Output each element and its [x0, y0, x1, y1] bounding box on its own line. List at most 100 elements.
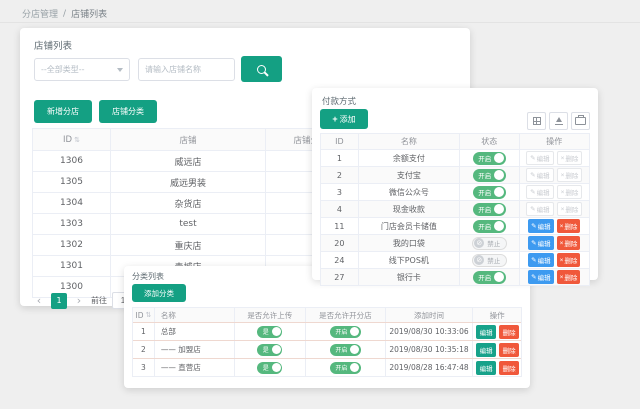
shop-panel-title: 店铺列表	[34, 38, 72, 52]
shop-header-id[interactable]: ID ⇅	[33, 129, 111, 150]
search-button[interactable]	[241, 56, 282, 82]
category-branch-cell: 开启	[306, 323, 386, 340]
edit-button[interactable]: ✎编辑	[528, 219, 553, 233]
category-upload-cell: 是	[235, 323, 307, 340]
pagination-page-1[interactable]: 1	[51, 293, 67, 309]
status-toggle[interactable]: 开启	[473, 220, 506, 233]
payment-table-row[interactable]: 20我的口袋⊘禁止✎编辑×删除	[321, 234, 589, 251]
sort-icon[interactable]: ⇅	[74, 136, 80, 144]
status-toggle[interactable]: 开启	[473, 186, 506, 199]
edit-button-disabled-label: 编辑	[537, 187, 550, 197]
category-ops-cell: 编辑删除	[473, 341, 521, 358]
print-button[interactable]	[571, 112, 590, 130]
category-time-cell: 2019/08/30 10:33:06	[386, 323, 474, 340]
payment-table-header: ID 名称 状态 操作	[321, 134, 589, 149]
type-select[interactable]: --全部类型--	[34, 58, 130, 81]
add-category-button[interactable]: 添加分类	[132, 284, 186, 302]
category-upload-cell: 是	[235, 359, 307, 376]
category-table-row[interactable]: 3—— 直营店是开启2019/08/28 16:47:48编辑删除	[133, 358, 521, 376]
payment-table-row[interactable]: 2支付宝开启✎编辑×删除	[321, 166, 589, 183]
payment-name-cell: 现金收款	[359, 201, 460, 217]
shop-id-cell: 1305	[33, 172, 111, 192]
category-table-row[interactable]: 1总部是开启2019/08/30 10:33:06编辑删除	[133, 322, 521, 340]
edit-button[interactable]: ✎编辑	[528, 253, 553, 267]
payment-header-id: ID	[321, 134, 359, 149]
toggle-label: 开启	[478, 204, 491, 214]
add-branch-button[interactable]: 新增分店	[34, 100, 92, 123]
status-toggle[interactable]: 开启	[330, 326, 361, 338]
edit-button-disabled[interactable]: ✎编辑	[526, 185, 553, 199]
table-toolbar	[527, 112, 590, 130]
shop-category-button[interactable]: 店铺分类	[99, 100, 157, 123]
category-panel-title: 分类列表	[132, 271, 164, 282]
toggle-label: 开启	[478, 221, 491, 231]
edit-button-disabled[interactable]: ✎编辑	[526, 168, 553, 182]
edit-button[interactable]: ✎编辑	[528, 236, 553, 250]
status-toggle[interactable]: 是	[257, 362, 282, 374]
edit-button[interactable]: 编辑	[476, 325, 496, 339]
delete-button[interactable]: ×删除	[557, 253, 581, 267]
shop-name-cell: 重庆店	[111, 235, 266, 255]
page-background: { "colors": {"primary": "#14a083", "edit…	[0, 0, 640, 409]
edit-button-disabled[interactable]: ✎编辑	[526, 151, 553, 165]
edit-button[interactable]: 编辑	[476, 361, 496, 375]
payment-table-row[interactable]: 3微信公众号开启✎编辑×删除	[321, 183, 589, 200]
category-time-cell: 2019/08/30 10:35:18	[386, 341, 474, 358]
delete-icon-disabled: ×	[561, 172, 565, 179]
add-payment-button[interactable]: + 添加	[320, 109, 368, 129]
status-toggle[interactable]: 开启	[473, 203, 506, 216]
breadcrumb-item-branch-mgmt[interactable]: 分店管理	[22, 7, 58, 20]
delete-button-disabled[interactable]: ×删除	[557, 151, 583, 165]
delete-button[interactable]: ×删除	[557, 270, 581, 284]
category-table-header: ID ⇅ 名称 是否允许上传 是否允许开分店 添加时间 操作	[133, 308, 521, 322]
edit-button[interactable]: ✎编辑	[528, 270, 553, 284]
columns-button[interactable]	[527, 112, 546, 130]
payment-table-row[interactable]: 24线下POS机⊘禁止✎编辑×删除	[321, 251, 589, 268]
toggle-label: 禁止	[487, 238, 500, 248]
payment-table-row[interactable]: 11门店会员卡储值开启✎编辑×删除	[321, 217, 589, 234]
edit-icon: ✎	[531, 239, 536, 247]
payment-name-cell: 支付宝	[359, 167, 460, 183]
category-table-row[interactable]: 2—— 加盟店是开启2019/08/30 10:35:18编辑删除	[133, 340, 521, 358]
status-toggle[interactable]: 开启	[473, 271, 506, 284]
status-toggle[interactable]: 是	[257, 344, 282, 356]
delete-button-label: 删除	[564, 221, 577, 231]
status-toggle[interactable]: 开启	[473, 152, 506, 165]
category-time-cell: 2019/08/28 16:47:48	[386, 359, 474, 376]
payment-status-cell: 开启	[460, 218, 520, 234]
delete-button-disabled[interactable]: ×删除	[557, 202, 583, 216]
delete-button-label: 删除	[503, 345, 516, 355]
payment-table-row[interactable]: 4现金收款开启✎编辑×删除	[321, 200, 589, 217]
payment-table: ID 名称 状态 操作 1余额支付开启✎编辑×删除2支付宝开启✎编辑×删除3微信…	[320, 133, 590, 286]
status-toggle[interactable]: 开启	[473, 169, 506, 182]
edit-button[interactable]: 编辑	[476, 343, 496, 357]
toggle-label: 是	[263, 363, 269, 372]
delete-button-disabled[interactable]: ×删除	[557, 185, 583, 199]
export-button[interactable]	[549, 112, 568, 130]
delete-button[interactable]: 删除	[499, 361, 519, 375]
payment-table-row[interactable]: 27银行卡开启✎编辑×删除	[321, 268, 589, 285]
status-toggle[interactable]: 是	[257, 326, 282, 338]
payment-ops-cell: ✎编辑 ×删除	[520, 252, 589, 268]
edit-button-label: 编辑	[480, 345, 493, 355]
sort-icon[interactable]: ⇅	[146, 311, 152, 319]
pagination-prev-button[interactable]: ‹	[32, 293, 46, 308]
payment-table-row[interactable]: 1余额支付开启✎编辑×删除	[321, 149, 589, 166]
category-header-id[interactable]: ID ⇅	[133, 308, 155, 322]
delete-button[interactable]: 删除	[499, 325, 519, 339]
shop-name-input[interactable]	[138, 58, 235, 81]
delete-icon: ×	[560, 240, 564, 247]
status-toggle[interactable]: ⊘禁止	[472, 254, 507, 267]
delete-button-disabled[interactable]: ×删除	[557, 168, 583, 182]
delete-icon: ×	[560, 274, 564, 281]
delete-button[interactable]: 删除	[499, 343, 519, 357]
status-toggle[interactable]: ⊘禁止	[472, 237, 507, 250]
delete-button[interactable]: ×删除	[557, 219, 581, 233]
payment-status-cell: ⊘禁止	[460, 235, 520, 251]
delete-button[interactable]: ×删除	[557, 236, 581, 250]
edit-button-disabled[interactable]: ✎编辑	[526, 202, 553, 216]
status-toggle[interactable]: 开启	[330, 344, 361, 356]
toggle-knob	[350, 363, 359, 372]
pagination-next-button[interactable]: ›	[72, 293, 86, 308]
status-toggle[interactable]: 开启	[330, 362, 361, 374]
